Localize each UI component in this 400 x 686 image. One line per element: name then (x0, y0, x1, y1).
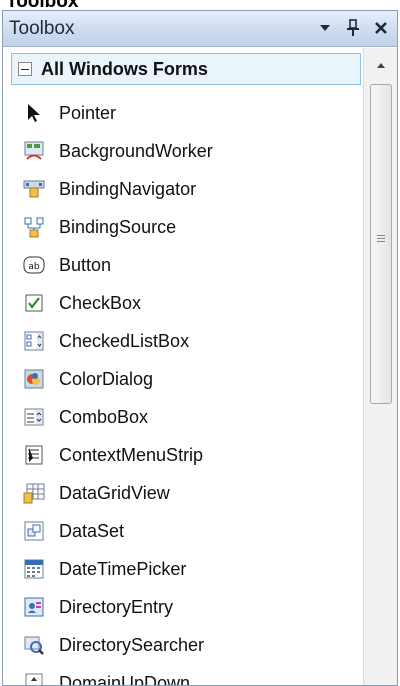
toolbox-panel: Toolbox All Windows Forms Pointer Backgr… (2, 10, 398, 686)
item-label: BackgroundWorker (59, 140, 213, 161)
category-label: All Windows Forms (41, 58, 208, 79)
toolbox-item-combobox[interactable]: ComboBox (23, 398, 353, 436)
scrollbar-thumb[interactable] (370, 84, 392, 404)
item-label: DomainUpDown (59, 672, 191, 686)
svg-text:ab: ab (28, 262, 40, 272)
toolbox-item-directoryentry[interactable]: DirectoryEntry (23, 588, 353, 626)
checked-list-box-icon (23, 330, 45, 352)
toolbox-item-backgroundworker[interactable]: BackgroundWorker (23, 132, 353, 170)
toolbox-item-colordialog[interactable]: ColorDialog (23, 360, 353, 398)
item-label: DirectorySearcher (59, 634, 205, 655)
item-label: ComboBox (59, 406, 149, 427)
chevron-up-icon (377, 62, 385, 68)
item-label: DataGridView (59, 482, 170, 503)
button-icon: ab (23, 254, 45, 276)
grip-icon (377, 235, 385, 243)
item-label: DataSet (59, 520, 125, 541)
item-label: ColorDialog (59, 368, 154, 389)
item-label: BindingSource (59, 216, 177, 237)
pin-icon (347, 19, 359, 36)
item-label: ContextMenuStrip (59, 444, 204, 465)
toolbox-item-domainupdown[interactable]: DomainUpDown (23, 664, 353, 685)
toolbox-item-bindingsource[interactable]: BindingSource (23, 208, 353, 246)
checkbox-icon (23, 292, 45, 314)
background-worker-icon (23, 140, 45, 162)
binding-source-icon (23, 216, 45, 238)
toolbox-item-datetimepicker[interactable]: DateTimePicker (23, 550, 353, 588)
close-button[interactable] (369, 15, 393, 41)
toolbox-titlebar[interactable]: Toolbox (3, 11, 397, 47)
item-label: CheckBox (59, 292, 142, 313)
toolbox-item-dataset[interactable]: DataSet (23, 512, 353, 550)
item-label: BindingNavigator (59, 178, 197, 199)
data-grid-view-icon (23, 482, 45, 504)
toolbox-item-pointer[interactable]: Pointer (23, 94, 353, 132)
toolbox-item-datagridview[interactable]: DataGridView (23, 474, 353, 512)
binding-navigator-icon (23, 178, 45, 200)
dropdown-arrow-icon (320, 25, 330, 31)
collapse-icon[interactable] (18, 62, 32, 76)
item-label: CheckedListBox (59, 330, 190, 351)
vertical-scrollbar[interactable] (363, 48, 397, 685)
dataset-icon (23, 520, 45, 542)
toolbox-item-contextmenustrip[interactable]: ContextMenuStrip (23, 436, 353, 474)
pointer-icon (23, 102, 45, 124)
color-dialog-icon (23, 368, 45, 390)
close-icon (375, 22, 387, 34)
item-label: DirectoryEntry (59, 596, 174, 617)
scroll-up-button[interactable] (370, 54, 392, 76)
toolbox-item-list: All Windows Forms Pointer BackgroundWork… (3, 48, 363, 685)
domain-up-down-icon (23, 672, 45, 685)
toolbox-item-checkedlistbox[interactable]: CheckedListBox (23, 322, 353, 360)
item-label: DateTimePicker (59, 558, 187, 579)
toolbox-item-bindingnavigator[interactable]: BindingNavigator (23, 170, 353, 208)
directory-searcher-icon (23, 634, 45, 656)
toolbox-item-checkbox[interactable]: CheckBox (23, 284, 353, 322)
toolbox-item-directorysearcher[interactable]: DirectorySearcher (23, 626, 353, 664)
category-all-windows-forms[interactable]: All Windows Forms (11, 53, 361, 85)
window-position-dropdown-button[interactable] (313, 15, 337, 41)
context-menu-strip-icon (23, 444, 45, 466)
item-label: Pointer (59, 102, 117, 123)
date-time-picker-icon (23, 558, 45, 580)
auto-hide-pin-button[interactable] (341, 15, 365, 41)
directory-entry-icon (23, 596, 45, 618)
toolbox-title: Toolbox (9, 17, 75, 39)
item-label: Button (59, 254, 112, 275)
combobox-icon (23, 406, 45, 428)
toolbox-item-button[interactable]: ab Button (23, 246, 353, 284)
